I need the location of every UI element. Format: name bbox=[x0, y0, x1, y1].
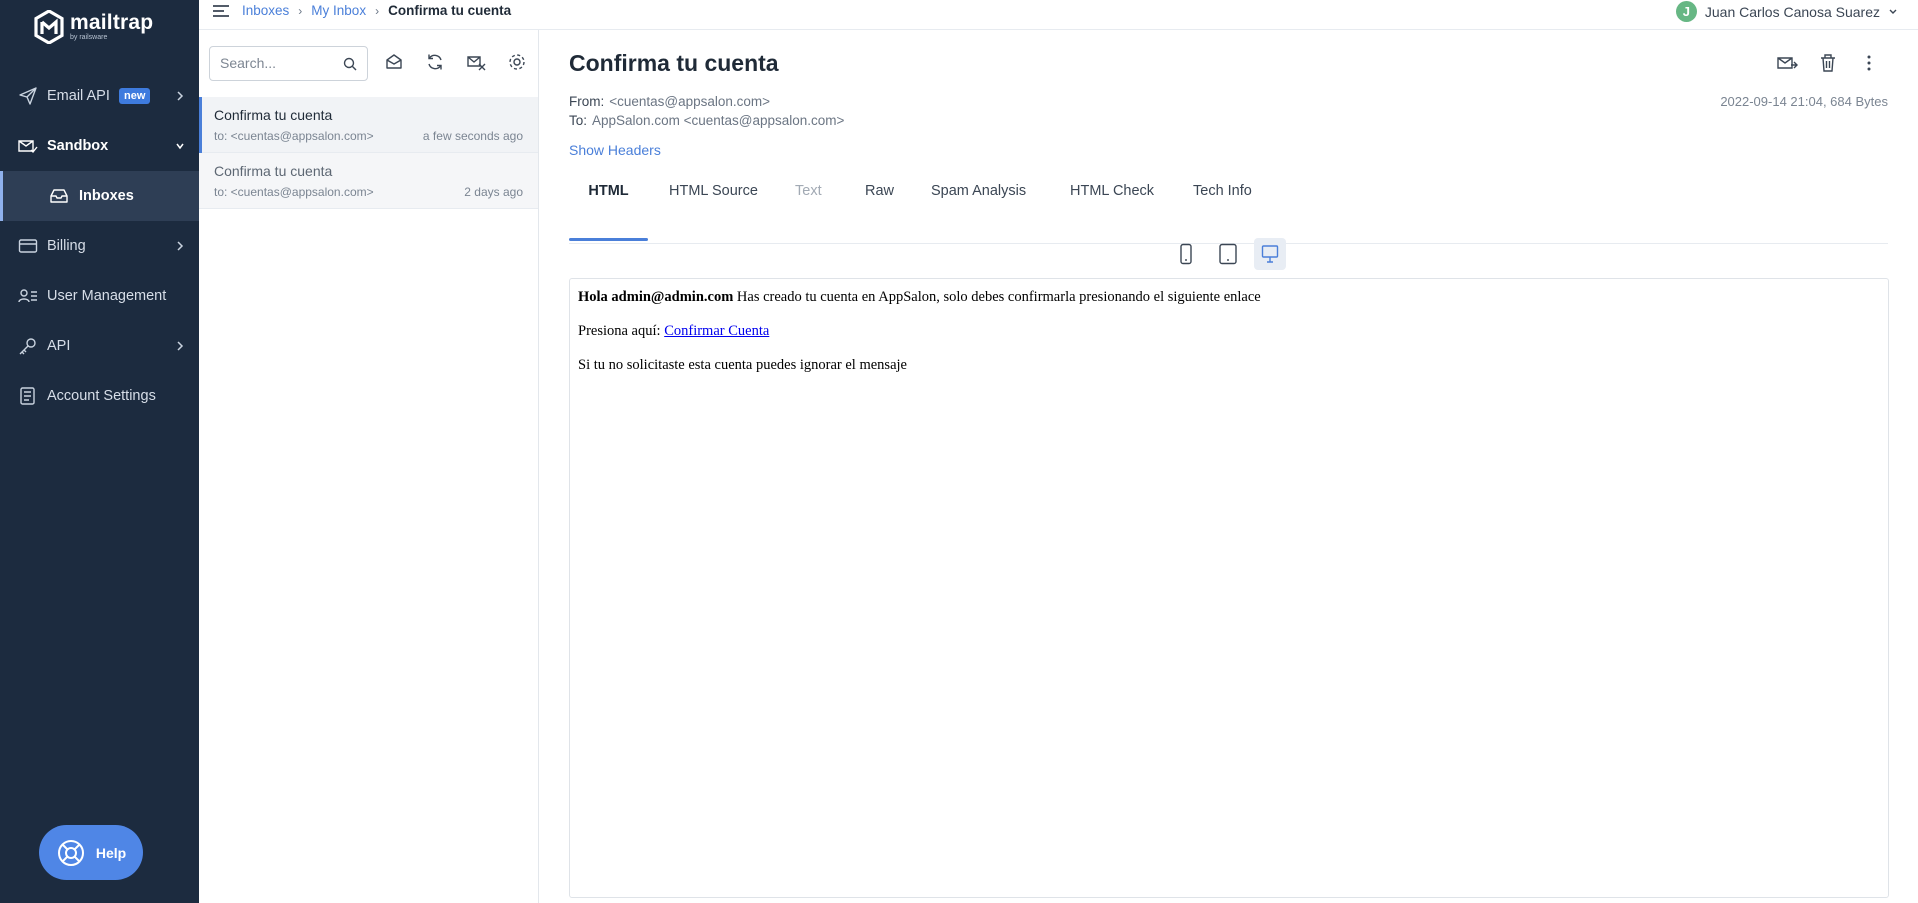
breadcrumb-my-inbox[interactable]: My Inbox bbox=[311, 3, 366, 18]
sidebar-item-account-settings[interactable]: Account Settings bbox=[0, 371, 199, 421]
breadcrumb-separator: › bbox=[375, 3, 380, 18]
sidebar-item-email-api[interactable]: Email API new bbox=[0, 71, 199, 121]
sidebar-item-api[interactable]: API bbox=[0, 321, 199, 371]
body-paragraph-press: Presiona aquí: Confirmar Cuenta bbox=[578, 323, 1880, 340]
breadcrumb-inboxes[interactable]: Inboxes bbox=[242, 3, 289, 18]
email-date-size: 2022-09-14 21:04, 684 Bytes bbox=[1720, 94, 1888, 109]
sidebar-item-sandbox[interactable]: Sandbox bbox=[0, 121, 199, 171]
search-box[interactable] bbox=[209, 46, 368, 81]
sidebar-item-label: Billing bbox=[47, 238, 86, 254]
gear-icon[interactable] bbox=[507, 52, 527, 72]
active-indicator bbox=[199, 97, 202, 153]
document-settings-icon bbox=[20, 387, 35, 405]
credit-card-icon bbox=[18, 239, 38, 253]
message-row[interactable]: Confirma tu cuenta to: <cuentas@appsalon… bbox=[199, 97, 538, 153]
tab-html-source[interactable]: HTML Source bbox=[669, 180, 758, 244]
from-label: From: bbox=[569, 94, 605, 109]
greeting-bold: Hola admin@admin.com bbox=[578, 289, 734, 305]
help-button[interactable]: Help bbox=[39, 825, 143, 880]
breadcrumb: Inboxes › My Inbox › Confirma tu cuenta bbox=[242, 3, 511, 18]
chevron-right-icon bbox=[177, 341, 184, 351]
confirm-account-link[interactable]: Confirmar Cuenta bbox=[664, 323, 769, 339]
envelope-check-icon bbox=[18, 140, 38, 154]
sidebar-item-label: Email API bbox=[47, 88, 110, 104]
from-address: <cuentas@appsalon.com> bbox=[609, 94, 771, 109]
tab-spam-analysis[interactable]: Spam Analysis bbox=[931, 180, 1026, 244]
message-subject: Confirma tu cuenta bbox=[214, 163, 333, 179]
search-input[interactable] bbox=[220, 55, 335, 71]
active-indicator bbox=[0, 171, 3, 221]
new-badge: new bbox=[119, 88, 151, 104]
mailtrap-logo-icon bbox=[34, 10, 64, 44]
message-recipient: to: <cuentas@appsalon.com> bbox=[214, 185, 374, 199]
hamburger-menu-icon[interactable] bbox=[212, 3, 230, 19]
mailtrap-logo[interactable]: mailtrap by railsware bbox=[34, 10, 153, 44]
user-name: Juan Carlos Canosa Suarez bbox=[1704, 3, 1880, 20]
desktop-icon bbox=[1261, 245, 1279, 263]
message-recipient: to: <cuentas@appsalon.com> bbox=[214, 129, 374, 143]
refresh-icon[interactable] bbox=[425, 52, 445, 72]
chevron-down-icon bbox=[176, 143, 184, 150]
message-time: 2 days ago bbox=[464, 185, 523, 199]
clear-inbox-icon[interactable] bbox=[466, 52, 486, 72]
sidebar-item-label: Sandbox bbox=[47, 138, 109, 154]
desktop-view-button[interactable] bbox=[1254, 238, 1286, 270]
inbox-tray-icon bbox=[50, 189, 68, 203]
sidebar-item-label: User Management bbox=[47, 288, 167, 304]
user-menu[interactable]: J Juan Carlos Canosa Suarez bbox=[1675, 1, 1898, 22]
from-line: From: <cuentas@appsalon.com> bbox=[569, 94, 770, 109]
mobile-icon bbox=[1180, 243, 1192, 265]
avatar: J bbox=[1675, 1, 1697, 22]
message-list-panel: Confirma tu cuenta to: <cuentas@appsalon… bbox=[199, 30, 539, 903]
chevron-down-icon bbox=[1889, 9, 1897, 14]
top-bar: Inboxes › My Inbox › Confirma tu cuenta … bbox=[199, 0, 1918, 30]
tab-raw[interactable]: Raw bbox=[865, 180, 894, 244]
forward-email-icon[interactable] bbox=[1776, 52, 1798, 74]
email-subject: Confirma tu cuenta bbox=[569, 50, 779, 76]
message-detail: Confirma tu cuenta From: <cuentas@appsalo… bbox=[540, 30, 1918, 903]
to-label: To: bbox=[569, 113, 588, 128]
help-label: Help bbox=[95, 844, 127, 861]
tablet-view-button[interactable] bbox=[1212, 238, 1244, 270]
sidebar-item-billing[interactable]: Billing bbox=[0, 221, 199, 271]
greeting-rest: Has creado tu cuenta en AppSalon, solo d… bbox=[733, 289, 1261, 305]
mark-read-icon[interactable] bbox=[384, 52, 404, 72]
trash-icon[interactable] bbox=[1817, 52, 1839, 74]
search-icon[interactable] bbox=[343, 57, 357, 71]
brand-tagline: by railsware bbox=[70, 34, 108, 41]
message-row[interactable]: Confirma tu cuenta to: <cuentas@appsalon… bbox=[199, 153, 538, 209]
lifebuoy-icon bbox=[57, 839, 84, 866]
press-text: Presiona aquí: bbox=[578, 323, 665, 339]
show-headers-link[interactable]: Show Headers bbox=[569, 142, 661, 158]
brand-name: mailtrap bbox=[70, 11, 154, 34]
view-tabs: HTML HTML Source Text Raw Spam Analysis … bbox=[569, 180, 1888, 244]
sidebar-item-label: Account Settings bbox=[47, 388, 156, 404]
sidebar-item-label: API bbox=[47, 338, 71, 354]
sidebar-item-user-management[interactable]: User Management bbox=[0, 271, 199, 321]
message-subject: Confirma tu cuenta bbox=[214, 107, 333, 123]
to-line: To: AppSalon.com <cuentas@appsalon.com> bbox=[569, 113, 844, 128]
tablet-icon bbox=[1219, 243, 1237, 265]
tab-tech-info[interactable]: Tech Info bbox=[1193, 180, 1252, 244]
body-paragraph-greeting: Hola admin@admin.com Has creado tu cuent… bbox=[578, 289, 1880, 306]
users-icon bbox=[18, 289, 37, 303]
breadcrumb-separator: › bbox=[298, 3, 303, 18]
sidebar-item-inboxes[interactable]: Inboxes bbox=[0, 171, 199, 221]
tab-html[interactable]: HTML bbox=[569, 180, 648, 244]
more-options-icon[interactable] bbox=[1858, 52, 1880, 74]
email-html-preview: Hola admin@admin.com Has creado tu cuent… bbox=[569, 278, 1889, 898]
mobile-view-button[interactable] bbox=[1170, 238, 1202, 270]
chevron-right-icon bbox=[177, 241, 184, 251]
to-address: AppSalon.com <cuentas@appsalon.com> bbox=[592, 113, 845, 128]
key-icon bbox=[19, 338, 36, 355]
sidebar-item-label: Inboxes bbox=[79, 188, 134, 204]
message-time: a few seconds ago bbox=[422, 129, 523, 143]
tab-html-check[interactable]: HTML Check bbox=[1070, 180, 1154, 244]
chevron-right-icon bbox=[177, 91, 184, 101]
paper-plane-icon bbox=[19, 87, 37, 105]
breadcrumb-current: Confirma tu cuenta bbox=[388, 3, 512, 18]
tab-text: Text bbox=[795, 183, 822, 199]
sidebar: mailtrap by railsware Email API new Sand… bbox=[0, 0, 199, 903]
body-paragraph-ignore: Si tu no solicitaste esta cuenta puedes … bbox=[578, 357, 907, 373]
